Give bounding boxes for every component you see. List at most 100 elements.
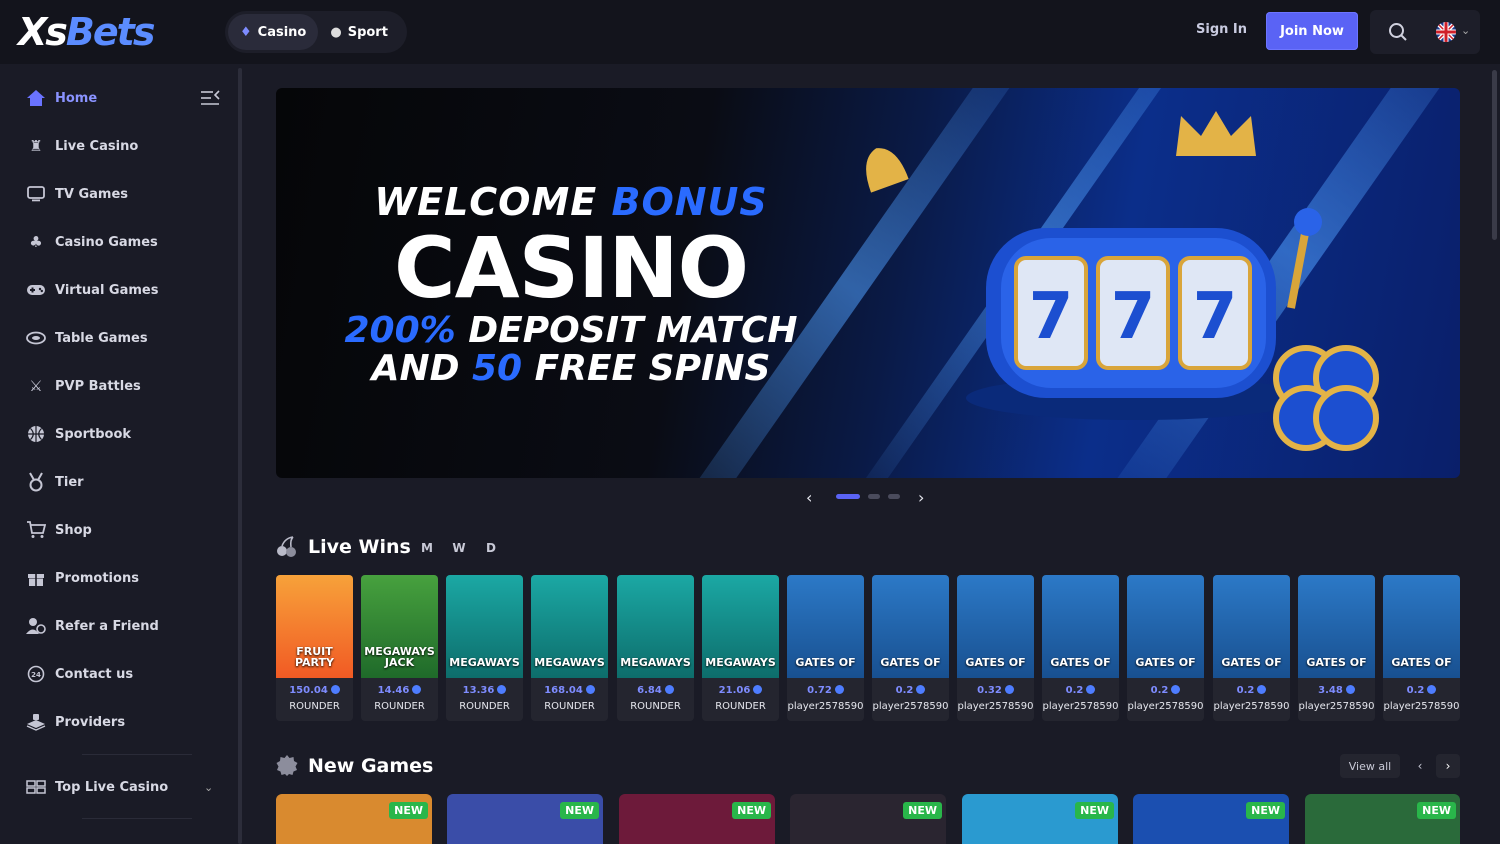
coin-icon	[1004, 685, 1014, 694]
new-game-card[interactable]: NEW	[447, 794, 603, 844]
svg-text:7: 7	[1111, 280, 1156, 354]
sidebar-item-tv-games[interactable]: TV Games	[26, 182, 226, 206]
site-logo[interactable]: XsBets	[18, 12, 155, 52]
new-game-card[interactable]: NEW	[962, 794, 1118, 844]
chevron-down-icon[interactable]: ⌄	[204, 781, 213, 794]
sidebar-item-label: Live Casino	[55, 138, 139, 154]
sport-mode-button[interactable]: ● Sport	[318, 14, 400, 50]
new-game-card[interactable]: NEW	[1133, 794, 1289, 844]
new-game-card[interactable]: NEW	[1305, 794, 1460, 844]
sidebar-item-virtual-games[interactable]: Virtual Games	[26, 278, 226, 302]
sidebar-item-tier[interactable]: Tier	[26, 470, 226, 494]
banner-dot[interactable]	[888, 494, 900, 499]
tv-icon	[26, 184, 46, 204]
period-month-button[interactable]: M	[414, 538, 440, 558]
coin-icon	[1086, 685, 1096, 694]
sidebar-item-label: Home	[55, 90, 98, 106]
live-win-card[interactable]: GATES OF 3.48 player2578590	[1298, 575, 1375, 721]
banner-next-arrow[interactable]: ›	[918, 488, 924, 507]
win-username: ROUNDER	[459, 701, 510, 712]
mode-switch: ♦ Casino ● Sport	[225, 11, 407, 53]
live-win-card[interactable]: GATES OF 0.2 player2578590	[1127, 575, 1204, 721]
uk-flag-icon[interactable]	[1436, 22, 1456, 42]
live-win-card[interactable]: MEGAWAYS 6.84 ROUNDER	[617, 575, 694, 721]
language-chevron-icon[interactable]: ⌄	[1461, 24, 1473, 37]
game-thumbnail: GATES OF	[1383, 575, 1460, 678]
win-amount: 6.84	[617, 685, 694, 696]
new-games-title: New Games	[308, 755, 434, 777]
game-thumbnail: MEGAWAYS	[617, 575, 694, 678]
win-username: ROUNDER	[374, 701, 425, 712]
live-win-card[interactable]: FRUIT PARTY 150.04 ROUNDER	[276, 575, 353, 721]
sidebar-item-label: TV Games	[55, 186, 128, 202]
coin-icon	[1427, 685, 1437, 694]
period-week-button[interactable]: W	[446, 538, 472, 558]
coin-icon	[412, 685, 422, 694]
live-win-card[interactable]: GATES OF 0.72 player2578590	[787, 575, 864, 721]
win-username: ROUNDER	[544, 701, 595, 712]
win-amount: 3.48	[1298, 685, 1375, 696]
sidebar-item-pvp-battles[interactable]: ⚔ PVP Battles	[26, 374, 226, 398]
new-games-prev-button[interactable]: ‹	[1408, 754, 1432, 778]
sidebar-item-promotions[interactable]: Promotions	[26, 566, 226, 590]
sidebar-item-refer-a-friend[interactable]: Refer a Friend	[26, 614, 226, 638]
win-amount: 168.04	[531, 685, 608, 696]
gamepad-icon	[26, 280, 46, 300]
sidebar-item-contact-us[interactable]: 24 Contact us	[26, 662, 226, 686]
sidebar-item-label: Sportbook	[55, 426, 132, 442]
live-win-card[interactable]: MEGAWAYS 13.36 ROUNDER	[446, 575, 523, 721]
coin-icon	[664, 685, 674, 694]
live-win-card[interactable]: GATES OF 0.2 player2578590	[872, 575, 949, 721]
sign-in-link[interactable]: Sign In	[1196, 22, 1247, 37]
sidebar-item-live-casino[interactable]: ♜ Live Casino	[26, 134, 226, 158]
sidebar-item-providers[interactable]: Providers	[26, 710, 226, 734]
live-win-card[interactable]: GATES OF 0.2 player2578590	[1383, 575, 1460, 721]
win-amount: 0.2	[1213, 685, 1290, 696]
game-thumbnail: GATES OF	[1298, 575, 1375, 678]
sidebar-scrollbar[interactable]	[238, 68, 242, 844]
new-game-card[interactable]: NEW	[619, 794, 775, 844]
period-day-button[interactable]: D	[478, 538, 504, 558]
live-win-card[interactable]: GATES OF 0.2 player2578590	[1042, 575, 1119, 721]
clover-icon	[1273, 345, 1379, 451]
new-game-card[interactable]: NEW	[276, 794, 432, 844]
new-game-card[interactable]: NEW	[790, 794, 946, 844]
sidebar-item-home[interactable]: Home	[26, 86, 226, 110]
live-win-card[interactable]: GATES OF 0.32 player2578590	[957, 575, 1034, 721]
live-win-card[interactable]: MEGAWAYS JACK 14.46 ROUNDER	[361, 575, 438, 721]
win-amount: 150.04	[276, 685, 353, 696]
win-username: ROUNDER	[715, 701, 766, 712]
win-username: player2578590	[1298, 701, 1375, 712]
new-games-next-button[interactable]: ›	[1436, 754, 1460, 778]
gift-icon	[26, 568, 46, 588]
live-casino-icon: ♜	[29, 137, 43, 155]
coin-icon	[916, 685, 926, 694]
new-badge: NEW	[732, 802, 771, 819]
svg-text:24: 24	[31, 671, 41, 679]
sport-mode-label: Sport	[347, 24, 388, 40]
sidebar-item-casino-games[interactable]: ♣ Casino Games	[26, 230, 226, 254]
sidebar-item-shop[interactable]: Shop	[26, 518, 226, 542]
promo-banner[interactable]: WELCOME BONUS CASINO 200% DEPOSIT MATCH …	[276, 88, 1460, 478]
page-scrollbar[interactable]	[1492, 70, 1497, 240]
live-win-card[interactable]: MEGAWAYS 21.06 ROUNDER	[702, 575, 779, 721]
sidebar-item-table-games[interactable]: Table Games	[26, 326, 226, 350]
sidebar-item-sportbook[interactable]: Sportbook	[26, 422, 226, 446]
casino-mode-button[interactable]: ♦ Casino	[228, 14, 319, 50]
banner-prev-arrow[interactable]: ‹	[806, 488, 812, 507]
search-icon[interactable]	[1388, 22, 1408, 42]
win-username: player2578590	[1213, 701, 1290, 712]
view-all-button[interactable]: View all	[1340, 754, 1400, 778]
live-win-card[interactable]: MEGAWAYS 168.04 ROUNDER	[531, 575, 608, 721]
header-tools: ⌄	[1370, 10, 1480, 54]
game-thumbnail: GATES OF	[1042, 575, 1119, 678]
banner-dot[interactable]	[868, 494, 880, 499]
join-now-button[interactable]: Join Now	[1266, 12, 1358, 50]
sidebar-item-label: Table Games	[55, 330, 148, 346]
banner-dot[interactable]	[836, 494, 860, 499]
sidebar-divider	[82, 754, 192, 755]
live-win-card[interactable]: GATES OF 0.2 player2578590	[1213, 575, 1290, 721]
game-thumbnail: MEGAWAYS	[702, 575, 779, 678]
win-username: player2578590	[872, 701, 949, 712]
sidebar-item-top-live-casino[interactable]: Top Live Casino	[26, 775, 226, 799]
